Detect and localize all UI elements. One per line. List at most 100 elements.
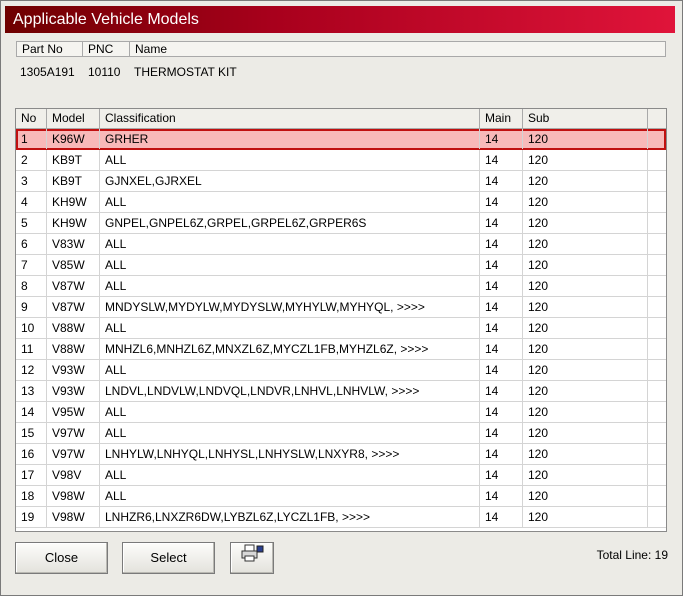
table-row[interactable]: 13 V93W LNDVL,LNDVLW,LNDVQL,LNDVR,LNHVL,LN… [16, 381, 666, 402]
table-row[interactable]: 8 V87W ALL 14 120 [16, 276, 666, 297]
part-info-panel: Part No PNC Name 1305A191 10110 THERMOST… [12, 38, 668, 102]
table-row[interactable]: 5 KH9W GNPEL,GNPEL6Z,GRPEL,GRPEL6Z,GRPER6S… [16, 213, 666, 234]
table-row[interactable]: 18 V98W ALL 14 120 [16, 486, 666, 507]
cell-sub: 120 [523, 192, 648, 212]
cell-sub: 120 [523, 213, 648, 233]
table-row[interactable]: 6 V83W ALL 14 120 [16, 234, 666, 255]
table-row[interactable]: 11 V88W MNHZL6,MNHZL6Z,MNXZL6Z,MYCZL1FB,MY… [16, 339, 666, 360]
table-row[interactable]: 14 V95W ALL 14 120 [16, 402, 666, 423]
cell-main: 14 [480, 339, 523, 359]
cell-classification: MNHZL6,MNHZL6Z,MNXZL6Z,MYCZL1FB,MYHZL6Z,… [100, 339, 480, 359]
table-row-selected[interactable]: 1 K96W GRHER 14 120 [16, 129, 666, 150]
cell-main: 14 [480, 465, 523, 485]
cell-sub: 120 [523, 318, 648, 338]
cell-no: 7 [16, 255, 47, 275]
cell-classification: ALL [100, 255, 480, 275]
print-button[interactable] [230, 542, 274, 574]
cell-model: V98W [47, 507, 100, 527]
cell-no: 6 [16, 234, 47, 254]
cell-model: V98W [47, 486, 100, 506]
cell-no: 14 [16, 402, 47, 422]
cell-classification: ALL [100, 402, 480, 422]
cell-no: 2 [16, 150, 47, 170]
cell-filler [648, 318, 666, 338]
cell-classification: ALL [100, 276, 480, 296]
cell-sub: 120 [523, 276, 648, 296]
total-line-count: Total Line: 19 [596, 548, 668, 562]
table-body: 1 K96W GRHER 14 120 2 KB9T ALL 14 120 3 KB9T GJNXEL,… [16, 129, 666, 528]
cell-no: 13 [16, 381, 47, 401]
column-header-main[interactable]: Main [480, 109, 523, 128]
cell-classification: LNDVL,LNDVLW,LNDVQL,LNDVR,LNHVL,LNHVLW, … [100, 381, 480, 401]
cell-model: V85W [47, 255, 100, 275]
cell-no: 3 [16, 171, 47, 191]
cell-filler [648, 381, 666, 401]
cell-filler [648, 402, 666, 422]
table-row[interactable]: 16 V97W LNHYLW,LNHYQL,LNHYSL,LNHYSLW,LNXYR… [16, 444, 666, 465]
cell-no: 8 [16, 276, 47, 296]
cell-classification: ALL [100, 360, 480, 380]
table-row[interactable]: 10 V88W ALL 14 120 [16, 318, 666, 339]
cell-no: 17 [16, 465, 47, 485]
cell-main: 14 [480, 423, 523, 443]
cell-sub: 120 [523, 150, 648, 170]
cell-model: V88W [47, 339, 100, 359]
cell-sub: 120 [523, 234, 648, 254]
cell-classification: ALL [100, 150, 480, 170]
table-row[interactable]: 4 KH9W ALL 14 120 [16, 192, 666, 213]
cell-sub: 120 [523, 486, 648, 506]
cell-filler [648, 234, 666, 254]
cell-filler [648, 255, 666, 275]
cell-filler [648, 339, 666, 359]
cell-model: KB9T [47, 171, 100, 191]
table-row[interactable]: 19 V98W LNHZR6,LNXZR6DW,LYBZL6Z,LYCZL1FB, … [16, 507, 666, 528]
cell-sub: 120 [523, 381, 648, 401]
table-row[interactable]: 17 V98V ALL 14 120 [16, 465, 666, 486]
cell-main: 14 [480, 234, 523, 254]
cell-main: 14 [480, 486, 523, 506]
cell-main: 14 [480, 129, 523, 149]
column-header-classification[interactable]: Classification [100, 109, 480, 128]
cell-no: 11 [16, 339, 47, 359]
cell-sub: 120 [523, 297, 648, 317]
cell-main: 14 [480, 318, 523, 338]
table-row[interactable]: 3 KB9T GJNXEL,GJRXEL 14 120 [16, 171, 666, 192]
cell-filler [648, 444, 666, 464]
cell-model: V83W [47, 234, 100, 254]
cell-filler [648, 423, 666, 443]
table-row[interactable]: 12 V93W ALL 14 120 [16, 360, 666, 381]
cell-model: V87W [47, 276, 100, 296]
cell-model: KH9W [47, 213, 100, 233]
column-header-model[interactable]: Model [47, 109, 100, 128]
pnc-header: PNC [83, 42, 130, 56]
cell-filler [648, 486, 666, 506]
close-button[interactable]: Close [15, 542, 108, 574]
table-header: No Model Classification Main Sub [16, 109, 666, 129]
table-row[interactable]: 7 V85W ALL 14 120 [16, 255, 666, 276]
cell-filler [648, 507, 666, 527]
cell-main: 14 [480, 192, 523, 212]
cell-filler [648, 297, 666, 317]
cell-classification: ALL [100, 234, 480, 254]
column-header-filler [648, 109, 666, 128]
cell-main: 14 [480, 360, 523, 380]
part-header-row: Part No PNC Name [16, 41, 666, 57]
table-row[interactable]: 9 V87W MNDYSLW,MYDYLW,MYDYSLW,MYHYLW,MYHYQ… [16, 297, 666, 318]
cell-classification: GRHER [100, 129, 480, 149]
cell-sub: 120 [523, 360, 648, 380]
cell-classification: GNPEL,GNPEL6Z,GRPEL,GRPEL6Z,GRPER6S [100, 213, 480, 233]
column-header-no[interactable]: No [16, 109, 47, 128]
select-button[interactable]: Select [122, 542, 215, 574]
cell-no: 1 [16, 129, 47, 149]
cell-main: 14 [480, 150, 523, 170]
table-row[interactable]: 15 V97W ALL 14 120 [16, 423, 666, 444]
table-row[interactable]: 2 KB9T ALL 14 120 [16, 150, 666, 171]
cell-main: 14 [480, 381, 523, 401]
cell-filler [648, 192, 666, 212]
cell-filler [648, 171, 666, 191]
cell-no: 12 [16, 360, 47, 380]
part-no-header: Part No [17, 42, 83, 56]
cell-filler [648, 150, 666, 170]
cell-sub: 120 [523, 423, 648, 443]
column-header-sub[interactable]: Sub [523, 109, 648, 128]
